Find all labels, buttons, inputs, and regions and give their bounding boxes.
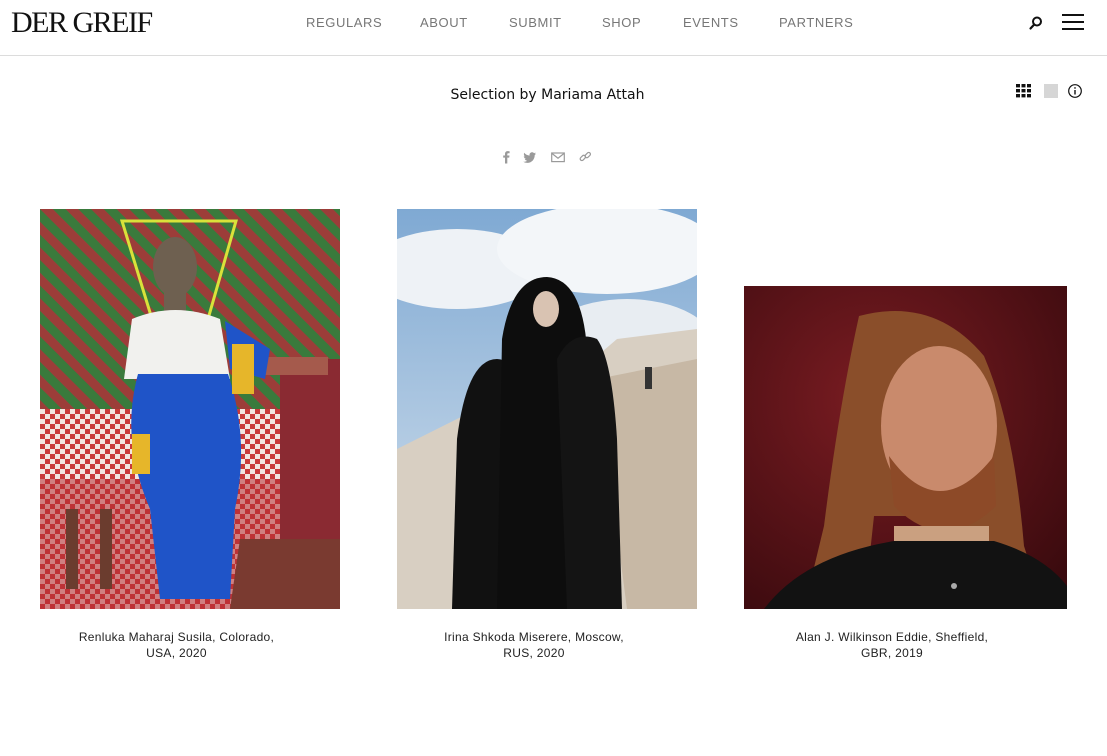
photo-women-in-dunes: [397, 209, 697, 609]
nav-submit[interactable]: SUBMIT: [509, 15, 561, 31]
collage-illustration: [40, 209, 340, 609]
top-bar: DER GREIF REGULARS ABOUT SUBMIT SHOP EVE…: [0, 0, 1107, 56]
image-caption-2: Irina Shkoda Miserere, Moscow, RUS, 2020: [397, 629, 671, 661]
link-icon[interactable]: [579, 150, 592, 164]
image-caption-1: Renluka Maharaj Susila, Colorado, USA, 2…: [40, 629, 313, 661]
caption-line: GBR, 2019: [860, 646, 924, 660]
info-icon[interactable]: [1067, 83, 1083, 99]
hamburger-menu-icon[interactable]: [1062, 12, 1084, 32]
gallery-image-3[interactable]: [744, 286, 1067, 609]
nav-shop[interactable]: SHOP: [602, 15, 641, 31]
gallery-image-1[interactable]: [40, 209, 340, 609]
caption-line: Irina Shkoda Miserere, Moscow,: [444, 630, 624, 644]
nav-events[interactable]: EVENTS: [683, 15, 738, 31]
caption-line: Alan J. Wilkinson Eddie, Sheffield,: [795, 630, 989, 644]
nav-regulars[interactable]: REGULARS: [306, 15, 382, 31]
search-icon[interactable]: [1027, 14, 1045, 32]
twitter-icon[interactable]: [523, 150, 537, 164]
portrait-man: [744, 286, 1067, 609]
facebook-icon[interactable]: [501, 150, 511, 164]
grid-view-icon[interactable]: [1016, 84, 1032, 98]
nav-about[interactable]: ABOUT: [420, 15, 467, 31]
email-icon[interactable]: [551, 150, 565, 164]
nav-partners[interactable]: PARTNERS: [779, 15, 853, 31]
image-caption-3: Alan J. Wilkinson Eddie, Sheffield, GBR,…: [755, 629, 1029, 661]
single-view-icon[interactable]: [1044, 84, 1058, 98]
site-logo[interactable]: DER GREIF: [11, 6, 153, 40]
main-nav: REGULARS ABOUT SUBMIT SHOP EVENTS PARTNE…: [306, 15, 853, 31]
gallery-image-2[interactable]: [397, 209, 697, 609]
caption-line: USA, 2020: [146, 646, 207, 660]
page-title: Selection by Mariama Attah: [450, 87, 645, 103]
caption-line: RUS, 2020: [503, 646, 565, 660]
caption-line: Renluka Maharaj Susila, Colorado,: [78, 630, 275, 644]
